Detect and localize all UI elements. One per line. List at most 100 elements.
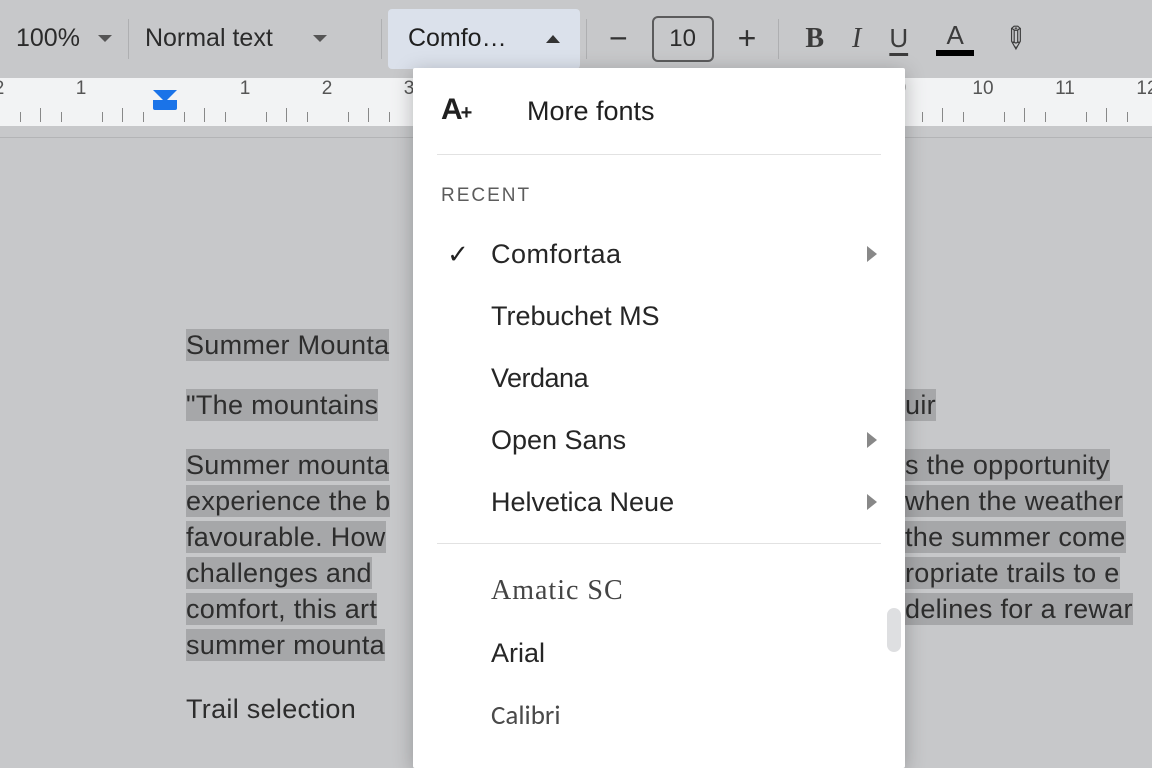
font-size-value: 10 bbox=[669, 25, 696, 53]
ruler-tick bbox=[1024, 108, 1025, 122]
font-item-label: Verdana bbox=[477, 363, 877, 394]
underline-button[interactable]: U bbox=[889, 23, 908, 54]
font-item-helvetica-neue[interactable]: Helvetica Neue bbox=[413, 471, 905, 533]
chevron-down-icon bbox=[313, 35, 327, 42]
font-item-amatic-sc[interactable]: Amatic SC bbox=[413, 560, 905, 622]
zoom-dropdown[interactable]: 100% bbox=[10, 13, 122, 65]
ruler-tick bbox=[61, 112, 62, 122]
font-item-label: Amatic SC bbox=[477, 575, 877, 607]
styles-label: Normal text bbox=[145, 24, 273, 53]
font-item-comfortaa[interactable]: ✓Comfortaa bbox=[413, 223, 905, 285]
zoom-value: 100% bbox=[16, 24, 80, 53]
ruler-tick bbox=[922, 112, 923, 122]
format-group: B I U A ✎ bbox=[785, 13, 1037, 65]
ruler-number: 2 bbox=[0, 78, 4, 100]
font-item-open-sans[interactable]: Open Sans bbox=[413, 409, 905, 471]
font-name: Comfo… bbox=[408, 24, 507, 53]
more-fonts-item[interactable]: A+ More fonts bbox=[413, 68, 905, 154]
selected-text: favourable. How bbox=[186, 521, 386, 553]
ruler-tick bbox=[389, 112, 390, 122]
ruler-tick bbox=[348, 112, 349, 122]
ruler-tick bbox=[1045, 112, 1046, 122]
text-color-button[interactable]: A bbox=[936, 22, 974, 56]
toolbar: 100% Normal text Comfo… − 10 + B I U A ✎ bbox=[0, 0, 1152, 78]
ruler-tick bbox=[1106, 108, 1107, 122]
ruler-tick bbox=[266, 112, 267, 122]
ruler-number: 10 bbox=[972, 78, 993, 100]
selected-text: summer mounta bbox=[186, 629, 385, 661]
increase-font-button[interactable]: + bbox=[732, 20, 763, 57]
selected-text: s the opportunity bbox=[905, 449, 1110, 481]
styles-dropdown[interactable]: Normal text bbox=[135, 13, 375, 65]
font-item-label: Open Sans bbox=[477, 425, 867, 456]
selected-text: the summer come bbox=[905, 521, 1126, 553]
indent-marker[interactable] bbox=[153, 90, 177, 110]
bold-button[interactable]: B bbox=[805, 23, 824, 55]
selected-text: comfort, this art bbox=[186, 593, 377, 625]
font-item-label: Calibri bbox=[477, 699, 877, 732]
separator bbox=[586, 19, 587, 59]
body-text: Trail selection bbox=[186, 692, 356, 728]
selected-text: "The mountains bbox=[186, 389, 378, 421]
ruler-tick bbox=[368, 108, 369, 122]
text-color-bar-icon bbox=[936, 50, 974, 56]
selected-text: delines for a rewar bbox=[905, 593, 1133, 625]
ruler-tick bbox=[1127, 112, 1128, 122]
selected-text: experience the b bbox=[186, 485, 390, 517]
ruler-number: 11 bbox=[1055, 78, 1075, 100]
ruler-tick bbox=[1004, 112, 1005, 122]
selected-text: Summer mounta bbox=[186, 449, 389, 481]
font-size-input[interactable]: 10 bbox=[652, 16, 714, 62]
font-item-arial[interactable]: Arial bbox=[413, 622, 905, 684]
ruler-tick bbox=[102, 112, 103, 122]
ruler-tick bbox=[963, 112, 964, 122]
separator bbox=[381, 19, 382, 59]
separator bbox=[778, 19, 779, 59]
ruler-tick bbox=[225, 112, 226, 122]
selected-text: challenges and bbox=[186, 557, 372, 589]
ruler-tick bbox=[122, 108, 123, 122]
separator bbox=[128, 19, 129, 59]
ruler-tick bbox=[286, 108, 287, 122]
ruler-tick bbox=[204, 108, 205, 122]
font-size-group: − 10 + bbox=[593, 13, 772, 65]
ruler-tick bbox=[143, 112, 144, 122]
font-dropdown[interactable]: Comfo… bbox=[388, 9, 580, 69]
ruler-number: 12 bbox=[1136, 78, 1152, 100]
selected-text: uir bbox=[905, 389, 936, 421]
font-item-verdana[interactable]: Verdana bbox=[413, 347, 905, 409]
submenu-arrow-icon bbox=[867, 494, 877, 510]
decrease-font-button[interactable]: − bbox=[603, 20, 634, 57]
scrollbar-thumb[interactable] bbox=[887, 608, 901, 652]
font-item-label: Arial bbox=[477, 638, 877, 669]
ruler-tick bbox=[40, 108, 41, 122]
font-item-label: Trebuchet MS bbox=[477, 301, 877, 332]
more-fonts-label: More fonts bbox=[527, 96, 655, 127]
submenu-arrow-icon bbox=[867, 432, 877, 448]
text-color-a-icon: A bbox=[946, 22, 963, 48]
ruler-number: 1 bbox=[240, 78, 251, 100]
ruler-tick bbox=[307, 112, 308, 122]
font-item-calibri[interactable]: Calibri bbox=[413, 684, 905, 746]
ruler-tick bbox=[1086, 112, 1087, 122]
ruler-number: 1 bbox=[76, 78, 87, 100]
font-dropdown-panel: A+ More fonts RECENT ✓Comfortaa Trebuchet… bbox=[413, 68, 905, 768]
selected-text: ropriate trails to e bbox=[905, 557, 1120, 589]
ruler-tick bbox=[942, 108, 943, 122]
font-item-label: Helvetica Neue bbox=[477, 487, 867, 518]
recent-section-label: RECENT bbox=[413, 155, 905, 223]
selected-text: Summer Mounta bbox=[186, 329, 389, 361]
more-fonts-icon: A+ bbox=[441, 93, 483, 129]
ruler-tick bbox=[20, 112, 21, 122]
chevron-up-icon bbox=[546, 35, 560, 43]
ruler-tick bbox=[184, 112, 185, 122]
chevron-down-icon bbox=[98, 35, 112, 42]
ruler-number: 2 bbox=[322, 78, 333, 100]
submenu-arrow-icon bbox=[867, 246, 877, 262]
font-item-trebuchet-ms[interactable]: Trebuchet MS bbox=[413, 285, 905, 347]
selected-text: when the weather bbox=[905, 485, 1123, 517]
check-icon: ✓ bbox=[439, 239, 477, 270]
font-item-label: Comfortaa bbox=[477, 239, 867, 270]
highlight-button[interactable]: ✎ bbox=[993, 17, 1036, 60]
italic-button[interactable]: I bbox=[852, 23, 861, 55]
